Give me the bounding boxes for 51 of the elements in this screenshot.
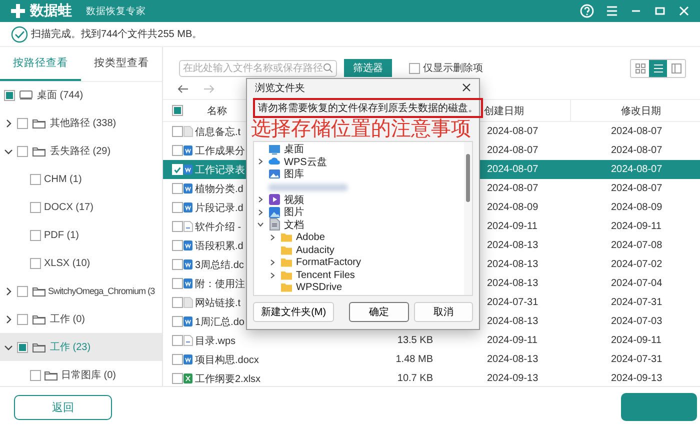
created-date: 2024-09-11 <box>487 221 538 232</box>
file-name: 网站链接.t <box>195 296 241 310</box>
created-date: 2024-07-31 <box>487 297 538 308</box>
file-name: 1周汇总.do <box>195 316 244 328</box>
created-date: 2024-08-13 <box>487 316 538 327</box>
created-date: 2024-08-13 <box>487 240 538 251</box>
created-date: 2024-09-11 <box>487 335 538 346</box>
created-date: 2024-08-07 <box>487 164 538 175</box>
created-date: 2024-08-09 <box>487 202 538 213</box>
modified-date: 2024-07-02 <box>611 259 662 270</box>
file-name: 语段积累.d <box>195 240 244 252</box>
file-name: 植物分类.d <box>195 182 244 196</box>
file-name: 工作记录表 <box>195 164 245 176</box>
created-date: 2024-08-07 <box>487 126 538 137</box>
file-name: 3周总结.dc <box>195 258 244 272</box>
modified-date: 2024-08-09 <box>611 202 662 213</box>
modified-date: 2024-07-04 <box>611 278 662 289</box>
modified-date: 2024-08-07 <box>611 145 662 156</box>
modified-date: 2024-08-07 <box>611 126 662 137</box>
file-name: 片段记录.d <box>195 202 244 214</box>
created-date: 2024-08-13 <box>487 259 538 270</box>
created-date: 2024-08-13 <box>487 278 538 289</box>
modified-date: 2024-07-08 <box>611 240 662 251</box>
created-date: 2024-08-07 <box>487 145 538 156</box>
created-date: 2024-08-13 <box>487 354 538 365</box>
modified-date: 2024-07-03 <box>611 316 662 327</box>
file-name: 工作纲要2.xlsx <box>195 372 261 386</box>
warning-message: 请勿将需要恢复的文件保存到原丢失数据的磁盘。 <box>253 98 483 118</box>
modified-date: 2024-09-11 <box>611 221 662 232</box>
modified-date: 2024-08-07 <box>611 164 662 175</box>
app-subtitle: 数据恢复专家 <box>86 4 146 18</box>
file-size: 10.7 KB <box>397 373 433 384</box>
file-name: 附：使用注 <box>195 278 245 290</box>
scan-status-text: 扫描完成。找到744个文件共255 MB。 <box>31 28 202 41</box>
file-name: 软件介绍 - <box>195 220 242 234</box>
modified-date: 2024-09-13 <box>611 373 662 384</box>
file-name: 工作成果分 <box>195 144 245 158</box>
file-name: 项目构思.docx <box>195 354 259 366</box>
created-date: 2024-09-13 <box>487 373 538 384</box>
file-name: 目录.wps <box>195 334 236 348</box>
file-size: 1.48 MB <box>396 354 433 365</box>
modified-date: 2024-07-31 <box>611 354 662 365</box>
modified-date: 2024-08-07 <box>611 183 662 194</box>
annotation-text: 选择存储位置的注意事项 <box>251 118 472 141</box>
file-size: 13.5 KB <box>397 335 433 346</box>
modified-date: 2024-07-31 <box>611 297 662 308</box>
modified-date: 2024-09-11 <box>611 335 662 346</box>
file-name: 信息备忘.t <box>195 126 241 138</box>
dialog-title: 浏览文件夹 <box>255 82 305 94</box>
created-date: 2024-08-07 <box>487 183 538 194</box>
app-logo: 数据蛙 <box>30 2 72 20</box>
